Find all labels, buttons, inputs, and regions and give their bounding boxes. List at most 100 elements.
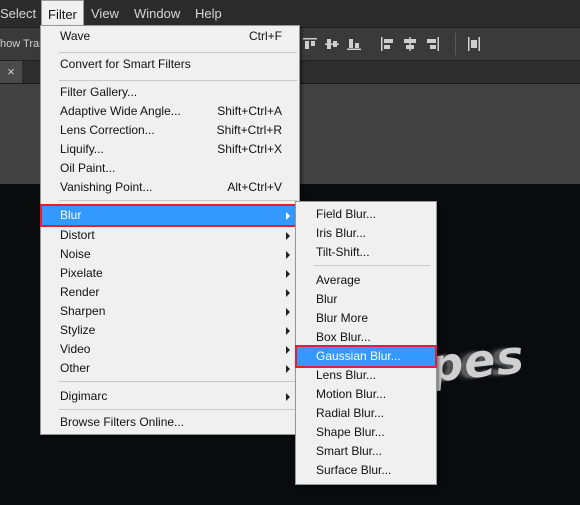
menu-item-label: Surface Blur... bbox=[316, 463, 392, 477]
shortcut-label: Shift+Ctrl+A bbox=[217, 104, 282, 118]
menu-item-blur[interactable]: Blur bbox=[40, 204, 300, 227]
canvas-text-layer: pes bbox=[427, 329, 528, 393]
menu-filter[interactable]: Filter bbox=[41, 0, 84, 27]
menu-item-tilt-shift[interactable]: Tilt-Shift... bbox=[297, 243, 435, 262]
menu-item-motion-blur[interactable]: Motion Blur... bbox=[297, 385, 435, 404]
menu-item-label: Radial Blur... bbox=[316, 406, 385, 420]
menu-item-label: Gaussian Blur... bbox=[316, 349, 401, 363]
menu-item-label: Digimarc bbox=[60, 389, 108, 403]
shortcut-label: Alt+Ctrl+V bbox=[227, 180, 282, 194]
menu-item-label: Iris Blur... bbox=[316, 226, 367, 240]
menu-item-label: Video bbox=[60, 342, 91, 356]
menu-item-label: Browse Filters Online... bbox=[60, 415, 185, 429]
menu-item-label: Lens Correction... bbox=[60, 123, 155, 137]
menu-help[interactable]: Help bbox=[189, 0, 228, 27]
menu-view[interactable]: View bbox=[85, 0, 125, 27]
menu-item-vanishing-point[interactable]: Vanishing Point... Alt+Ctrl+V bbox=[42, 178, 298, 197]
menu-divider bbox=[59, 52, 297, 53]
menu-item-label: Box Blur... bbox=[316, 330, 371, 344]
menu-divider bbox=[59, 409, 297, 410]
menu-item-pixelate[interactable]: Pixelate bbox=[42, 264, 298, 283]
align-right-edges-icon[interactable] bbox=[424, 37, 440, 51]
align-horizontal-centers-icon[interactable] bbox=[402, 37, 418, 51]
align-top-edges-icon[interactable] bbox=[302, 37, 318, 51]
menu-item-filter-gallery[interactable]: Filter Gallery... bbox=[42, 83, 298, 102]
menu-window[interactable]: Window bbox=[128, 0, 186, 27]
menu-item-other[interactable]: Other bbox=[42, 359, 298, 378]
menu-item-field-blur[interactable]: Field Blur... bbox=[297, 205, 435, 224]
menu-item-box-blur[interactable]: Box Blur... bbox=[297, 328, 435, 347]
menu-item-label: Noise bbox=[60, 247, 91, 261]
menu-item-label: Other bbox=[60, 361, 91, 375]
menu-item-average[interactable]: Average bbox=[297, 271, 435, 290]
menu-select[interactable]: Select bbox=[0, 0, 42, 27]
menu-item-smart-blur[interactable]: Smart Blur... bbox=[297, 442, 435, 461]
menu-item-label: Blur bbox=[316, 292, 338, 306]
submenu-arrow-icon bbox=[286, 346, 290, 354]
menu-divider bbox=[59, 200, 297, 201]
menu-item-distort[interactable]: Distort bbox=[42, 226, 298, 245]
menu-item-label: Sharpen bbox=[60, 304, 106, 318]
menu-divider bbox=[314, 265, 430, 266]
menu-item-label: Liquify... bbox=[60, 142, 104, 156]
blur-submenu: Field Blur... Iris Blur... Tilt-Shift...… bbox=[295, 201, 437, 485]
menu-item-adaptive-wide-angle[interactable]: Adaptive Wide Angle... Shift+Ctrl+A bbox=[42, 102, 298, 121]
menu-item-convert-smart-filters[interactable]: Convert for Smart Filters bbox=[42, 55, 298, 74]
menu-item-lens-blur[interactable]: Lens Blur... bbox=[297, 366, 435, 385]
menu-item-label: Distort bbox=[60, 228, 95, 242]
align-bottom-edges-icon[interactable] bbox=[346, 37, 362, 51]
menu-item-surface-blur[interactable]: Surface Blur... bbox=[297, 461, 435, 480]
submenu-arrow-icon bbox=[286, 289, 290, 297]
align-vertical-centers-icon[interactable] bbox=[324, 37, 340, 51]
menu-item-label: Stylize bbox=[60, 323, 96, 337]
menu-item-liquify[interactable]: Liquify... Shift+Ctrl+X bbox=[42, 140, 298, 159]
menu-item-blur-basic[interactable]: Blur bbox=[297, 290, 435, 309]
menu-item-lens-correction[interactable]: Lens Correction... Shift+Ctrl+R bbox=[42, 121, 298, 140]
menu-item-stylize[interactable]: Stylize bbox=[42, 321, 298, 340]
submenu-arrow-icon bbox=[286, 365, 290, 373]
menu-item-label: Render bbox=[60, 285, 100, 299]
menu-item-gaussian-blur[interactable]: Gaussian Blur... bbox=[295, 345, 437, 368]
menu-item-last-filter[interactable]: Wave Ctrl+F bbox=[42, 27, 298, 46]
submenu-arrow-icon bbox=[286, 251, 290, 259]
menu-item-label: Smart Blur... bbox=[316, 444, 383, 458]
menu-item-noise[interactable]: Noise bbox=[42, 245, 298, 264]
menu-item-label: Vanishing Point... bbox=[60, 180, 153, 194]
menu-item-label: Adaptive Wide Angle... bbox=[60, 104, 181, 118]
menu-item-label: Lens Blur... bbox=[316, 368, 377, 382]
menu-item-label: Oil Paint... bbox=[60, 161, 116, 175]
menu-item-label: Convert for Smart Filters bbox=[60, 57, 191, 71]
menu-item-digimarc[interactable]: Digimarc bbox=[42, 387, 298, 406]
menu-item-shape-blur[interactable]: Shape Blur... bbox=[297, 423, 435, 442]
menu-item-blur-more[interactable]: Blur More bbox=[297, 309, 435, 328]
menu-bar: Select Filter View Window Help bbox=[0, 0, 580, 28]
menu-item-oil-paint[interactable]: Oil Paint... bbox=[42, 159, 298, 178]
shortcut-label: Ctrl+F bbox=[249, 29, 282, 43]
shortcut-label: Shift+Ctrl+X bbox=[217, 142, 282, 156]
submenu-arrow-icon bbox=[286, 232, 290, 240]
menu-item-label: Field Blur... bbox=[316, 207, 377, 221]
submenu-arrow-icon bbox=[286, 393, 290, 401]
menu-item-label: Wave bbox=[60, 29, 91, 43]
submenu-arrow-icon bbox=[286, 212, 290, 220]
menu-divider bbox=[59, 381, 297, 382]
menu-item-label: Average bbox=[316, 273, 361, 287]
menu-item-label: Shape Blur... bbox=[316, 425, 385, 439]
menu-item-render[interactable]: Render bbox=[42, 283, 298, 302]
menu-item-sharpen[interactable]: Sharpen bbox=[42, 302, 298, 321]
align-left-edges-icon[interactable] bbox=[380, 37, 396, 51]
submenu-arrow-icon bbox=[286, 308, 290, 316]
close-tab-icon[interactable]: × bbox=[0, 61, 22, 83]
menu-item-video[interactable]: Video bbox=[42, 340, 298, 359]
menu-item-label: Pixelate bbox=[60, 266, 103, 280]
menu-item-label: Motion Blur... bbox=[316, 387, 387, 401]
menu-item-label: Blur More bbox=[316, 311, 369, 325]
submenu-arrow-icon bbox=[286, 270, 290, 278]
menu-item-iris-blur[interactable]: Iris Blur... bbox=[297, 224, 435, 243]
menu-item-browse-filters-online[interactable]: Browse Filters Online... bbox=[42, 413, 298, 432]
distribute-icon[interactable] bbox=[466, 37, 482, 51]
menu-item-label: Tilt-Shift... bbox=[316, 245, 370, 259]
submenu-arrow-icon bbox=[286, 327, 290, 335]
options-separator bbox=[455, 33, 456, 55]
menu-item-radial-blur[interactable]: Radial Blur... bbox=[297, 404, 435, 423]
